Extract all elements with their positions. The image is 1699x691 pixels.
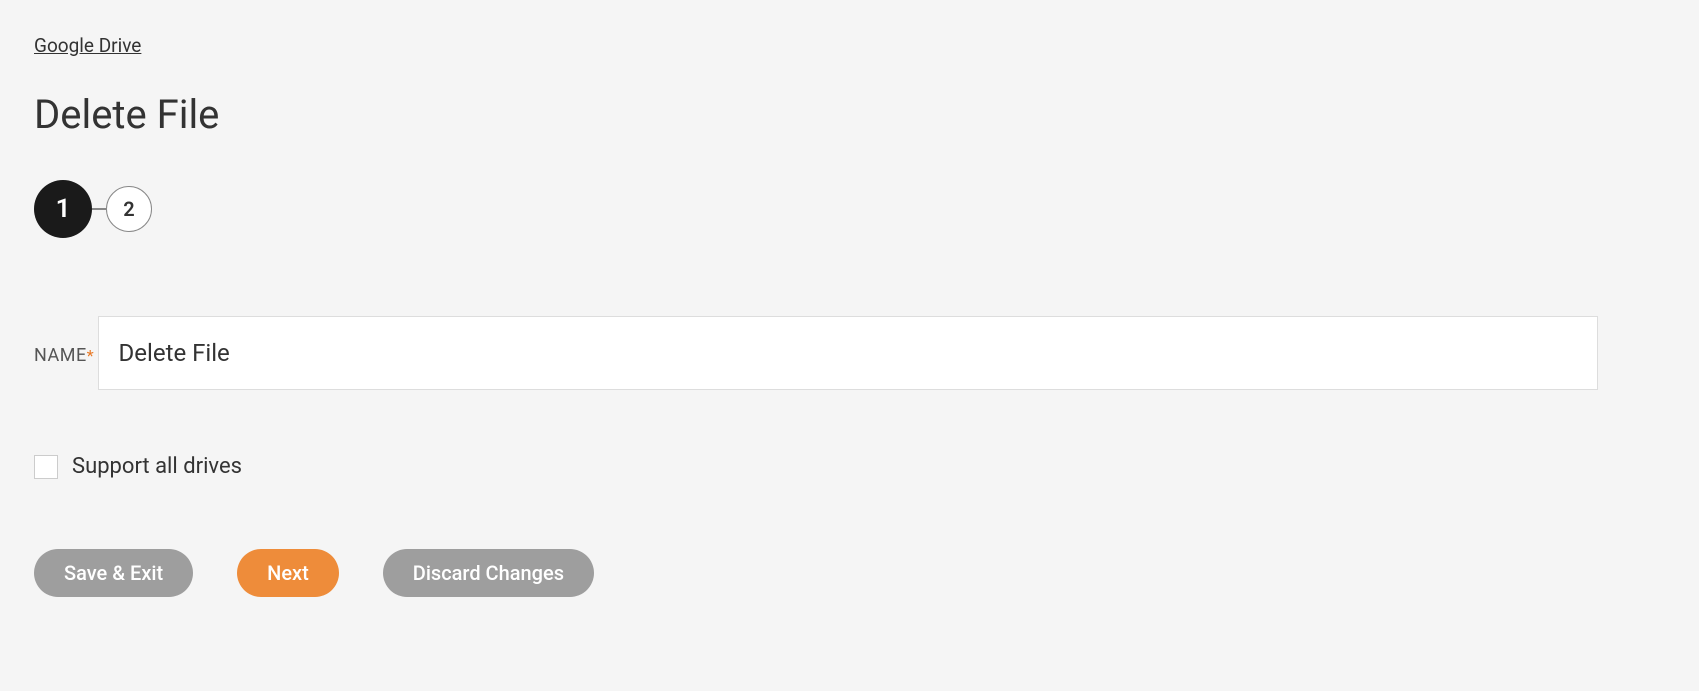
breadcrumb-link[interactable]: Google Drive: [34, 34, 141, 57]
name-input[interactable]: [98, 316, 1598, 390]
next-button[interactable]: Next: [237, 549, 339, 597]
button-row: Save & Exit Next Discard Changes: [34, 549, 1665, 597]
form-section: NAME* Support all drives: [34, 298, 1665, 479]
step-connector: [92, 208, 106, 210]
name-field-group: NAME*: [34, 298, 1665, 390]
support-all-drives-row: Support all drives: [34, 454, 1665, 479]
name-field-label: NAME: [34, 345, 87, 366]
required-asterisk-icon: *: [87, 346, 94, 365]
support-all-drives-label: Support all drives: [72, 454, 242, 479]
step-2[interactable]: 2: [106, 186, 152, 232]
support-all-drives-checkbox[interactable]: [34, 455, 58, 479]
step-1[interactable]: 1: [34, 180, 92, 238]
discard-changes-button[interactable]: Discard Changes: [383, 549, 594, 597]
page-title: Delete File: [34, 91, 1665, 138]
stepper: 1 2: [34, 180, 1665, 238]
save-exit-button[interactable]: Save & Exit: [34, 549, 193, 597]
